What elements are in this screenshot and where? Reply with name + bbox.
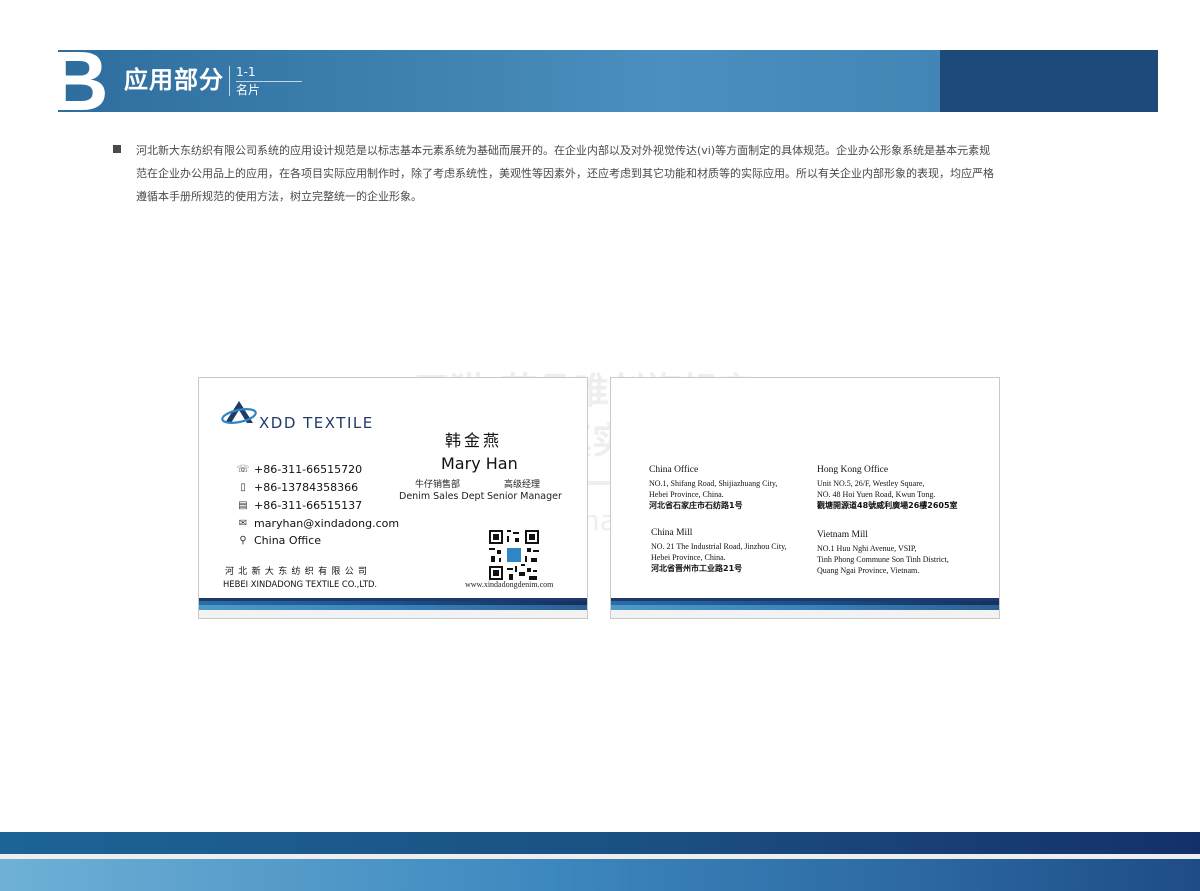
xdd-logo-icon: [221, 401, 257, 424]
contact-email: ✉ maryhan@xindadong.com: [235, 516, 399, 532]
company-name-cn: 河北新大东纺织有限公司: [225, 567, 372, 577]
header-divider: [229, 66, 230, 96]
office-vietnam-mill: Vietnam Mill NO.1 Huu Nghi Avenue, VSIP,…: [817, 529, 949, 576]
footer-band-light: [0, 859, 1200, 891]
office-address-line: NO. 48 Hoi Yuen Road, Kwun Tong.: [817, 490, 936, 499]
location-icon: ⚲: [239, 535, 247, 546]
office-heading: China Mill: [651, 528, 693, 538]
office-address-cn: 河北省石家庄市石纺路1号: [649, 501, 743, 510]
job-title-en: Senior Manager: [487, 491, 562, 502]
email-icon: ✉: [238, 518, 248, 529]
section-letter: B: [48, 34, 109, 128]
office-address-line: NO. 21 The Industrial Road, Jinzhou City…: [651, 542, 787, 551]
office-address-line: Unit NO.5, 26/F, Westley Square,: [817, 479, 925, 488]
office-hong-kong: Hong Kong Office Unit NO.5, 26/F, Westle…: [817, 464, 958, 511]
section-subtitle: 名片: [236, 83, 261, 97]
office-china-mill: China Mill NO. 21 The Industrial Road, J…: [651, 527, 787, 574]
card-stripe-gray: [611, 610, 999, 618]
office-address-line: NO.1, Shifang Road, Shijiazhuang City,: [649, 479, 778, 488]
intro-paragraph: 河北新大东纺织有限公司系统的应用设计规范是以标志基本元素系统为基础而展开的。在企…: [136, 144, 994, 203]
person-name-en: Mary Han: [441, 454, 518, 473]
business-card-back: China Office NO.1, Shifang Road, Shijiaz…: [610, 377, 1000, 619]
header-rule: [236, 81, 302, 82]
office-address-line: Hebei Province, China.: [649, 490, 724, 499]
contact-mobile: ▯ +86-13784358366: [235, 480, 358, 496]
office-address-cn: 觀塘開源道48號威利廣場26樓2605室: [817, 501, 958, 510]
office-heading: Hong Kong Office: [817, 465, 889, 475]
qr-code-icon: [489, 530, 539, 580]
mobile-icon: ▯: [240, 482, 246, 493]
fax-icon: ▤: [238, 500, 248, 511]
section-code: 1-1: [236, 65, 256, 79]
page-title: 应用部分: [124, 66, 224, 94]
bullet-square: [113, 145, 121, 153]
website-url: www.xindadongdenim.com: [465, 580, 554, 589]
footer-band-dark: [0, 832, 1200, 854]
office-heading: Vietnam Mill: [817, 530, 868, 540]
company-name-en: HEBEI XINDADONG TEXTILE CO.,LTD.: [223, 579, 378, 589]
office-address-cn: 河北省晋州市工业路21号: [651, 564, 743, 573]
office-china: China Office NO.1, Shifang Road, Shijiaz…: [649, 464, 777, 511]
department-en: Denim Sales Dept: [399, 491, 485, 502]
contact-location: ⚲ China Office: [235, 533, 321, 549]
phone-icon: ☏: [236, 464, 250, 475]
office-address-line: Tinh Phong Commune Son Tinh District,: [817, 555, 949, 564]
contact-phone: ☏ +86-311-66515720: [236, 463, 363, 476]
business-card-front: XDD TEXTILE 韩金燕 Mary Han 牛仔销售部 高级经理 Deni…: [198, 377, 588, 619]
office-heading: China Office: [649, 465, 699, 475]
logo-wordmark: XDD TEXTILE: [259, 414, 374, 432]
header-dark-block: [940, 50, 1158, 112]
office-address-line: NO.1 Huu Nghi Avenue, VSIP,: [817, 544, 917, 553]
person-name-cn: 韩金燕: [445, 431, 503, 450]
office-address-line: Hebei Province, China.: [651, 553, 726, 562]
card-stripe-gray: [199, 610, 587, 618]
contact-fax: ▤ +86-311-66515137: [235, 498, 362, 514]
office-address-line: Quang Ngai Province, Vietnam.: [817, 566, 920, 575]
